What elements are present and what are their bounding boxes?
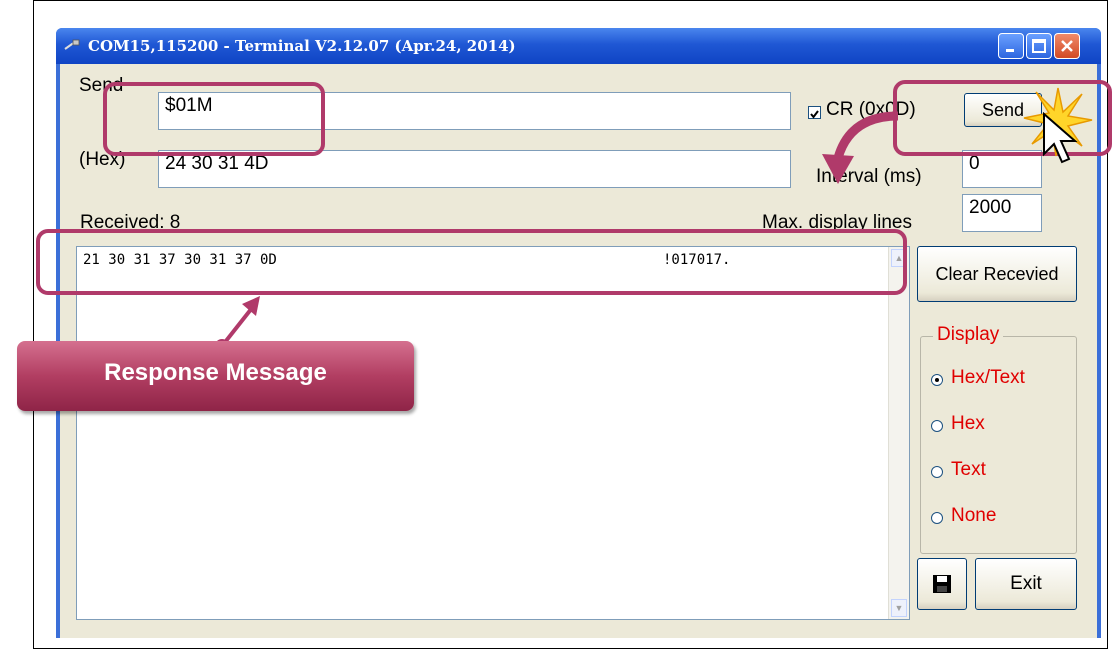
- exit-button[interactable]: Exit: [975, 558, 1077, 610]
- radio-hex-text-label: Hex/Text: [951, 367, 1025, 388]
- scroll-down-icon[interactable]: ▼: [891, 599, 907, 617]
- max-display-lines-input[interactable]: 2000: [962, 194, 1042, 232]
- vertical-scrollbar[interactable]: ▲ ▼: [888, 247, 909, 619]
- radio-none-label: None: [951, 505, 997, 526]
- save-button[interactable]: [917, 558, 967, 610]
- maximize-button[interactable]: [1026, 33, 1052, 59]
- floppy-disk-icon: [933, 575, 951, 593]
- curved-arrow-icon: [822, 111, 899, 184]
- close-button[interactable]: [1054, 33, 1080, 59]
- callout-label: Response Message: [104, 359, 327, 386]
- send-highlight-box: [103, 82, 325, 156]
- plug-icon: [64, 39, 80, 50]
- minimize-icon: [1006, 49, 1014, 52]
- clear-received-button[interactable]: Clear Recevied: [917, 246, 1077, 302]
- maximize-icon: [1032, 39, 1046, 53]
- title-bar[interactable]: COM15,115200 - Terminal V2.12.07 (Apr.24…: [56, 28, 1101, 64]
- radio-hex[interactable]: [931, 420, 943, 432]
- radio-hex-text[interactable]: [931, 374, 943, 386]
- display-group: Display Hex/Text Hex Text None: [920, 324, 1077, 554]
- radio-none[interactable]: [931, 512, 943, 524]
- radio-text[interactable]: [931, 466, 943, 478]
- response-highlight-box: [36, 229, 907, 295]
- window-title: COM15,115200 - Terminal V2.12.07 (Apr.24…: [88, 37, 516, 55]
- close-icon: [1061, 40, 1073, 52]
- mouse-cursor-icon: [1043, 112, 1078, 164]
- display-group-title: Display: [933, 324, 1004, 346]
- radio-hex-label: Hex: [951, 413, 985, 434]
- radio-text-label: Text: [951, 459, 986, 480]
- minimize-button[interactable]: [998, 33, 1024, 59]
- response-message-callout: Response Message: [17, 341, 414, 411]
